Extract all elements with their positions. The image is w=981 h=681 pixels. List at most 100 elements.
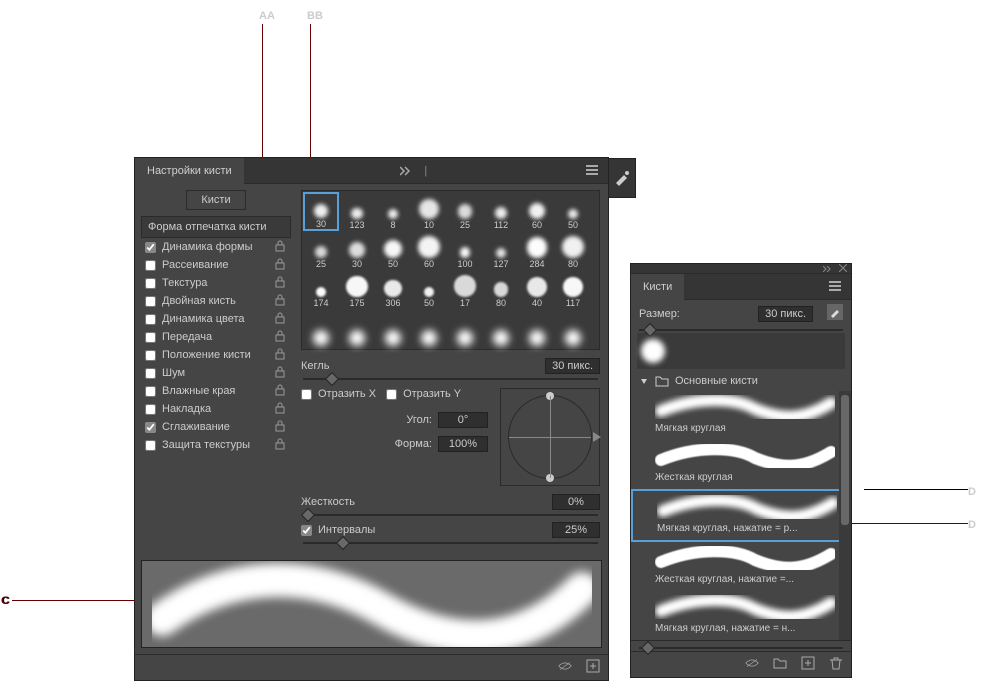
visibility-icon[interactable] [745,656,759,673]
brushes-button[interactable]: Кисти [186,190,245,210]
lock-icon[interactable] [275,402,287,416]
option-передача[interactable]: Передача [141,328,291,346]
brush-preset-item[interactable]: Жесткая круглая [631,440,851,489]
brush-tip-thumb[interactable] [411,309,447,348]
brush-thumbnail-size-slider[interactable] [639,647,843,649]
delete-brush-icon[interactable] [829,656,843,673]
lock-icon[interactable] [275,240,287,254]
brush-tip-thumb[interactable]: 40 [519,270,555,309]
brush-tip-thumb[interactable] [339,309,375,348]
brush-tip-thumb[interactable]: 174 [303,270,339,309]
option-текстура[interactable]: Текстура [141,274,291,292]
brush-preset-item[interactable]: Мягкая круглая [631,391,851,440]
marker-b: B [307,8,315,22]
flip-x-checkbox[interactable]: Отразить X [301,388,376,400]
brush-tip-thumb[interactable]: 117 [555,270,591,309]
brush-preset-item[interactable]: Жесткая круглая, нажатие =... [631,542,851,591]
lock-icon[interactable] [275,330,287,344]
collapse-panel-icon[interactable] [823,263,833,275]
brush-tip-thumb[interactable]: 25 [447,192,483,231]
visibility-toggle-icon[interactable] [558,659,572,676]
docked-brush-icon[interactable] [608,158,636,198]
lock-icon[interactable] [275,312,287,326]
panel-title[interactable]: Настройки кисти [135,158,244,184]
brush-tip-thumb[interactable]: 175 [339,270,375,309]
spacing-checkbox[interactable]: Интервалы [301,524,375,536]
hardness-value[interactable]: 0% [552,494,600,510]
size-slider[interactable] [303,378,598,380]
hardness-slider[interactable] [303,514,598,516]
brush-tip-thumb[interactable] [447,309,483,348]
brush-tip-grid[interactable]: 3012381025112605025305060100127284801741… [301,190,600,350]
brushes-tab[interactable]: Кисти [631,274,684,300]
brush-tip-thumb[interactable]: 127 [483,231,519,270]
lock-icon[interactable] [275,258,287,272]
spacing-slider[interactable] [303,542,598,544]
new-folder-icon[interactable] [773,656,787,673]
brush-preset-item[interactable]: Мягкая круглая, нажатие = р... [631,489,851,542]
brush-tip-thumb[interactable]: 10 [411,192,447,231]
roundness-input[interactable]: 100% [438,436,488,452]
lock-icon[interactable] [275,420,287,434]
brushes-panel-menu-icon[interactable] [829,279,845,295]
option-влажные-края[interactable]: Влажные края [141,382,291,400]
brush-tip-thumb[interactable] [555,309,591,348]
brush-tip-thumb[interactable]: 50 [555,192,591,231]
brush-edit-icon[interactable] [827,304,843,323]
option-сглаживание[interactable]: Сглаживание [141,418,291,436]
option-рассеивание[interactable]: Рассеивание [141,256,291,274]
collapse-icon[interactable] [400,166,416,176]
brush-tip-thumb[interactable]: 60 [519,192,555,231]
panel-menu-icon[interactable] [586,163,602,179]
brush-tip-thumb[interactable]: 100 [447,231,483,270]
brush-tip-thumb[interactable]: 30 [303,192,339,231]
brush-size-label: Размер: [639,308,680,320]
marker-a: A [259,8,267,22]
size-value[interactable]: 30 пикс. [545,358,600,374]
option-двойная-кисть[interactable]: Двойная кисть [141,292,291,310]
brush-folder-row[interactable]: Основные кисти [631,371,851,391]
lock-icon[interactable] [275,438,287,452]
brush-size-value[interactable]: 30 пикс. [758,306,813,322]
brush-tip-thumb[interactable]: 123 [339,192,375,231]
option-динамика-формы[interactable]: Динамика формы [141,238,291,256]
brush-tip-thumb[interactable]: 25 [303,231,339,270]
brush-tip-shape-button[interactable]: Форма отпечатка кисти [141,216,291,238]
lock-icon[interactable] [275,276,287,290]
close-panel-icon[interactable] [839,263,847,275]
brush-tip-thumb[interactable]: 17 [447,270,483,309]
option-динамика-цвета[interactable]: Динамика цвета [141,310,291,328]
lock-icon[interactable] [275,366,287,380]
lock-icon[interactable] [275,348,287,362]
brush-tip-thumb[interactable] [375,309,411,348]
spacing-value[interactable]: 25% [552,522,600,538]
option-защита-текстуры[interactable]: Защита текстуры [141,436,291,454]
brush-tip-thumb[interactable]: 8 [375,192,411,231]
option-шум[interactable]: Шум [141,364,291,382]
lock-icon[interactable] [275,294,287,308]
brush-tip-thumb[interactable]: 50 [375,231,411,270]
brush-tip-thumb[interactable]: 284 [519,231,555,270]
brush-tip-thumb[interactable]: 112 [483,192,519,231]
angle-roundness-wheel[interactable] [508,395,592,479]
option-накладка[interactable]: Накладка [141,400,291,418]
flip-y-checkbox[interactable]: Отразить Y [386,388,461,400]
brush-tip-thumb[interactable]: 80 [555,231,591,270]
brush-preset-item[interactable]: Мягкая круглая, нажатие = н... [631,591,851,640]
new-brush-icon[interactable] [801,656,815,673]
lock-icon[interactable] [275,384,287,398]
marker-d-lower: D [968,517,976,531]
new-preset-icon[interactable] [586,659,600,676]
brush-tip-thumb[interactable]: 30 [339,231,375,270]
brush-tip-thumb[interactable]: 60 [411,231,447,270]
brush-tip-thumb[interactable] [519,309,555,348]
brush-tip-thumb[interactable] [483,309,519,348]
brush-tip-thumb[interactable] [303,309,339,348]
brush-tip-thumb[interactable]: 306 [375,270,411,309]
brush-tip-thumb[interactable]: 80 [483,270,519,309]
brush-list-scrollbar[interactable] [839,391,851,640]
option-положение-кисти[interactable]: Положение кисти [141,346,291,364]
brush-tip-thumb[interactable]: 50 [411,270,447,309]
brush-size-slider[interactable] [639,329,843,331]
angle-input[interactable]: 0° [438,412,488,428]
